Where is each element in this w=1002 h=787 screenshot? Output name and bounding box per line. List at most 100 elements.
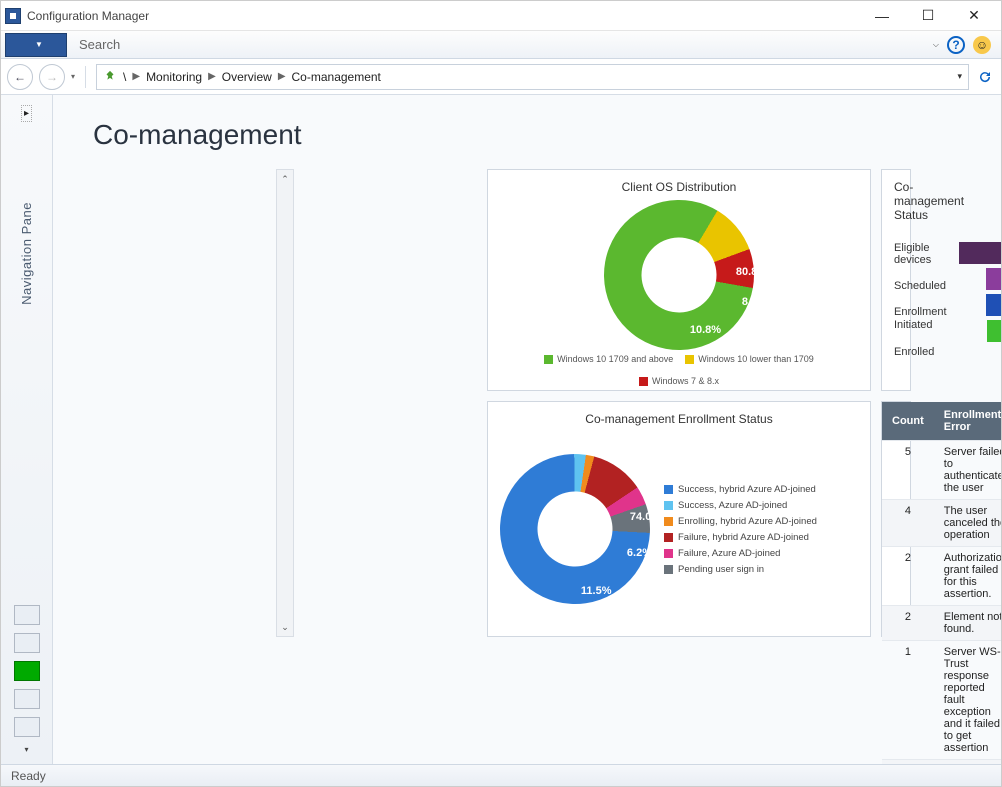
workspace-compliance-icon[interactable]: [14, 689, 40, 709]
breadcrumb-seg-comanagement[interactable]: Co-management: [292, 70, 381, 84]
back-button[interactable]: ←: [7, 64, 33, 90]
legend-label: Enrolling, hybrid Azure AD-joined: [678, 516, 817, 527]
donut-chart-enroll: 74.0% 11.5% 6.2%: [496, 450, 654, 608]
forward-button[interactable]: →: [39, 64, 65, 90]
maximize-button[interactable]: ☐: [905, 1, 951, 31]
chevron-right-icon: ▶: [278, 71, 286, 82]
card-client-os-distribution: Client OS Distribution 80.8% 10.8% 8.3% …: [487, 169, 871, 391]
legend-label: Success, hybrid Azure AD-joined: [678, 484, 816, 495]
scroll-down-button[interactable]: ⌄: [277, 618, 293, 636]
donut-label-yellow: 10.8%: [690, 324, 721, 336]
cell-count: 1: [882, 641, 934, 760]
workspace-more-icon[interactable]: ▾: [24, 745, 28, 754]
card-title: Co-management Enrollment Status: [500, 412, 858, 426]
donut-label-red: 8.3%: [742, 296, 767, 308]
table-row[interactable]: 1Server WS-Trust response reported fault…: [882, 641, 1001, 760]
card-title: Co-management Status: [894, 180, 898, 222]
workspace-monitoring-icon[interactable]: [14, 661, 40, 681]
cell-count: 2: [882, 606, 934, 641]
menubar: ▼ Search ⌵ ? ☺: [1, 31, 1001, 59]
titlebar: Configuration Manager — ☐ ✕: [1, 1, 1001, 31]
workspace-library-icon[interactable]: [14, 633, 40, 653]
feedback-icon[interactable]: ☺: [973, 36, 991, 54]
dashboard-grid: Client OS Distribution 80.8% 10.8% 8.3% …: [53, 169, 1001, 764]
help-icon[interactable]: ?: [947, 36, 965, 54]
funnel-chart: 101757574: [959, 242, 1001, 342]
table-row[interactable]: 2Authorization grant failed for this ass…: [882, 547, 1001, 606]
status-text: Ready: [11, 769, 46, 783]
donut-label-green: 80.8%: [736, 266, 767, 278]
column-header-error[interactable]: Enrollment Error: [934, 402, 1001, 441]
close-button[interactable]: ✕: [951, 1, 997, 31]
donut-chart-os: 80.8% 10.8% 8.3%: [592, 188, 766, 362]
status-bar: Ready: [1, 764, 1001, 786]
cell-error: Server WS-Trust response reported fault …: [934, 641, 1001, 760]
card-title: Client OS Distribution: [500, 180, 858, 194]
card-comanagement-status: Co-management Status Eligible devices Sc…: [881, 169, 911, 391]
cell-error: The user canceled the operation: [934, 500, 1001, 547]
breadcrumb-root[interactable]: \: [123, 70, 126, 84]
minimize-button[interactable]: —: [859, 1, 905, 31]
card-enrollment-errors: Count Enrollment Error 5Server failed to…: [881, 401, 911, 637]
scroll-up-button[interactable]: ⌃: [277, 170, 293, 188]
main-content: Co-management Client OS Distribution 80.…: [53, 95, 1001, 764]
cell-count: 5: [882, 441, 934, 500]
column-header-count[interactable]: Count: [882, 402, 934, 441]
workspace-assets-icon[interactable]: [14, 605, 40, 625]
funnel-label: Enrollment Initiated: [894, 306, 947, 332]
funnel-bar: [987, 320, 1001, 342]
legend-label: Failure, hybrid Azure AD-joined: [678, 532, 809, 543]
navigation-pane: ▸ Navigation Pane ▾: [1, 95, 53, 764]
cell-error: Authorization grant failed for this asse…: [934, 547, 1001, 606]
funnel-label: Enrolled: [894, 346, 947, 358]
funnel-bar: [986, 294, 1001, 316]
cell-count: 2: [882, 547, 934, 606]
ribbon-dropdown-button[interactable]: ▼: [5, 33, 67, 57]
cell-count: 4: [882, 500, 934, 547]
expand-pane-button[interactable]: ▸: [21, 105, 32, 122]
nav-dropdown-icon[interactable]: ▾: [71, 72, 75, 81]
body: ▸ Navigation Pane ▾ Co-management Client…: [1, 95, 1001, 764]
table-row[interactable]: 4The user canceled the operation: [882, 500, 1001, 547]
legend-label: Success, Azure AD-joined: [678, 500, 787, 511]
legend-label: Windows 10 1709 and above: [557, 354, 673, 364]
legend-label: Failure, Azure AD-joined: [678, 548, 780, 559]
breadcrumb-dropdown-icon[interactable]: ▾: [957, 71, 962, 82]
breadcrumb-seg-monitoring[interactable]: Monitoring: [146, 70, 202, 84]
chevron-right-icon: ▶: [132, 71, 140, 82]
scrollbar-column: ⌃ ⌄: [93, 169, 477, 637]
funnel-label: Scheduled: [894, 280, 947, 292]
donut-label-blue: 74.0%: [630, 511, 661, 523]
funnel-bar: [959, 242, 1001, 264]
legend-os: Windows 10 1709 and above Windows 10 low…: [500, 354, 858, 386]
funnel-label: Eligible devices: [894, 242, 947, 266]
legend-enroll: Success, hybrid Azure AD-joined Success, …: [664, 484, 817, 575]
cell-error: Element not found.: [934, 606, 1001, 641]
app-icon: [5, 8, 21, 24]
refresh-button[interactable]: [975, 67, 995, 87]
legend-label: Pending user sign in: [678, 564, 764, 575]
legend-label: Windows 10 lower than 1709: [698, 354, 814, 364]
error-table: Count Enrollment Error 5Server failed to…: [882, 402, 1001, 764]
navigation-toolbar: ← → ▾ \ ▶ Monitoring ▶ Overview ▶ Co-man…: [1, 59, 1001, 95]
window-controls: — ☐ ✕: [859, 1, 997, 31]
cell-error: Server failed to authenticate the user: [934, 441, 1001, 500]
donut-label-grey: 6.2%: [627, 547, 652, 559]
legend-label: Windows 7 & 8.x: [652, 376, 719, 386]
separator: [85, 66, 86, 88]
donut-label-red: 11.5%: [581, 585, 612, 597]
navigation-pane-label[interactable]: Navigation Pane: [19, 202, 34, 305]
scroll-track[interactable]: [277, 188, 293, 618]
page-title: Co-management: [53, 95, 1001, 169]
search-input[interactable]: Search: [79, 37, 933, 52]
funnel-bar: [986, 268, 1001, 290]
workspace-admin-icon[interactable]: [14, 717, 40, 737]
breadcrumb[interactable]: \ ▶ Monitoring ▶ Overview ▶ Co-managemen…: [96, 64, 969, 90]
card-enrollment-status: Co-management Enrollment Status 74.0% 11…: [487, 401, 871, 637]
table-row[interactable]: 5Server failed to authenticate the user: [882, 441, 1001, 500]
pin-icon[interactable]: [103, 70, 117, 84]
breadcrumb-seg-overview[interactable]: Overview: [222, 70, 272, 84]
window-title: Configuration Manager: [27, 9, 859, 23]
table-row[interactable]: 2Element not found.: [882, 606, 1001, 641]
search-dropdown-icon[interactable]: ⌵: [933, 40, 939, 50]
